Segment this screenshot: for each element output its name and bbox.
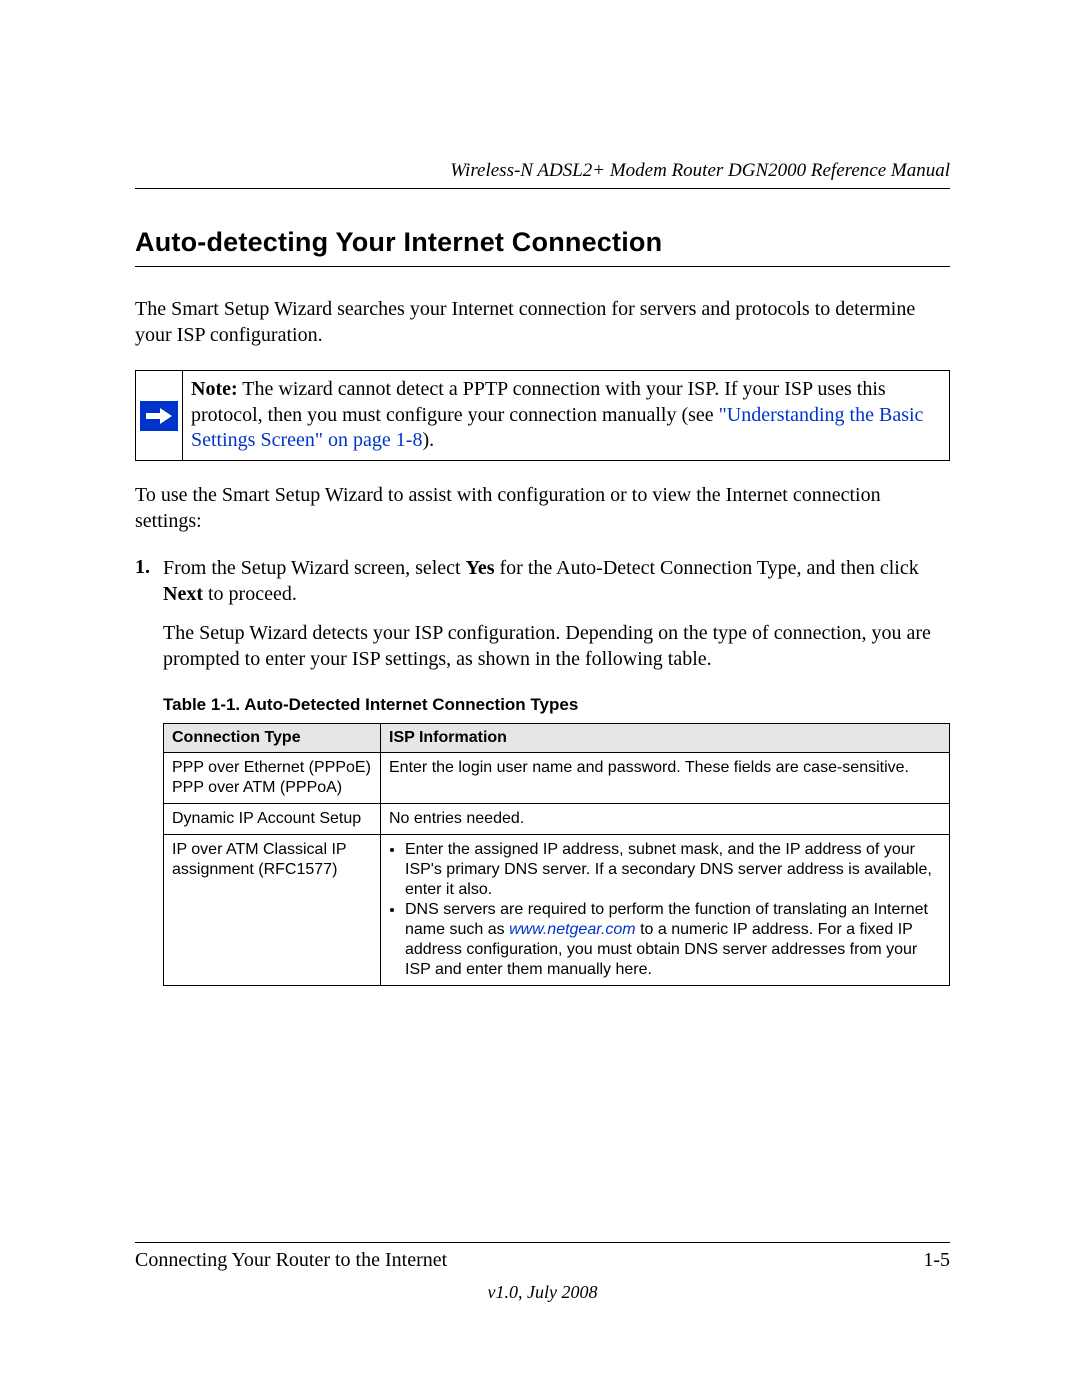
th-isp-info: ISP Information	[381, 723, 950, 752]
step-text: for the Auto-Detect Connection Type, and…	[495, 557, 919, 579]
list-item: DNS servers are required to perform the …	[405, 900, 941, 980]
step-next: Next	[163, 583, 203, 605]
netgear-url-link[interactable]: www.netgear.com	[509, 921, 636, 938]
step-1: 1. From the Setup Wizard screen, select …	[135, 556, 950, 607]
cell-line: IP over ATM Classical IP	[172, 841, 347, 858]
note-icon-cell	[136, 371, 183, 460]
step-number: 1.	[135, 556, 163, 607]
cell-connection-type: IP over ATM Classical IP assignment (RFC…	[164, 834, 381, 985]
ordered-steps: 1. From the Setup Wizard screen, select …	[135, 556, 950, 672]
step-body: From the Setup Wizard screen, select Yes…	[163, 556, 950, 607]
doc-header: Wireless-N ADSL2+ Modem Router DGN2000 R…	[135, 160, 950, 189]
section-heading: Auto-detecting Your Internet Connection	[135, 227, 950, 267]
cell-connection-type: Dynamic IP Account Setup	[164, 803, 381, 834]
cell-isp-info: Enter the assigned IP address, subnet ma…	[381, 834, 950, 985]
cell-line: PPP over ATM (PPPoA)	[172, 779, 342, 796]
cell-isp-info: No entries needed.	[381, 803, 950, 834]
table-row: IP over ATM Classical IP assignment (RFC…	[164, 834, 950, 985]
note-label: Note:	[191, 378, 238, 400]
table-caption: Table 1-1. Auto-Detected Internet Connec…	[163, 695, 950, 715]
note-box: Note: The wizard cannot detect a PPTP co…	[135, 370, 950, 461]
list-item: Enter the assigned IP address, subnet ma…	[405, 840, 941, 900]
note-text: Note: The wizard cannot detect a PPTP co…	[183, 371, 949, 460]
connection-types-table: Connection Type ISP Information PPP over…	[163, 723, 950, 986]
intro-paragraph: The Smart Setup Wizard searches your Int…	[135, 297, 950, 348]
step-text: to proceed.	[203, 583, 297, 605]
step-follow-paragraph: The Setup Wizard detects your ISP config…	[163, 621, 950, 672]
th-connection-type: Connection Type	[164, 723, 381, 752]
step-text: From the Setup Wizard screen, select	[163, 557, 466, 579]
cell-line: PPP over Ethernet (PPPoE)	[172, 759, 371, 776]
step-yes: Yes	[466, 557, 495, 579]
cell-line: assignment (RFC1577)	[172, 861, 337, 878]
footer-page-number: 1-5	[923, 1249, 950, 1272]
cell-isp-info: Enter the login user name and password. …	[381, 752, 950, 803]
arrow-right-icon	[140, 401, 178, 431]
footer-version: v1.0, July 2008	[135, 1282, 950, 1303]
footer-chapter: Connecting Your Router to the Internet	[135, 1249, 447, 1272]
cell-connection-type: PPP over Ethernet (PPPoE) PPP over ATM (…	[164, 752, 381, 803]
table-row: PPP over Ethernet (PPPoE) PPP over ATM (…	[164, 752, 950, 803]
table-row: Dynamic IP Account Setup No entries need…	[164, 803, 950, 834]
note-body-post: ).	[422, 429, 434, 451]
pre-steps-paragraph: To use the Smart Setup Wizard to assist …	[135, 483, 950, 534]
table-header-row: Connection Type ISP Information	[164, 723, 950, 752]
page-footer: Connecting Your Router to the Internet 1…	[135, 1242, 950, 1303]
